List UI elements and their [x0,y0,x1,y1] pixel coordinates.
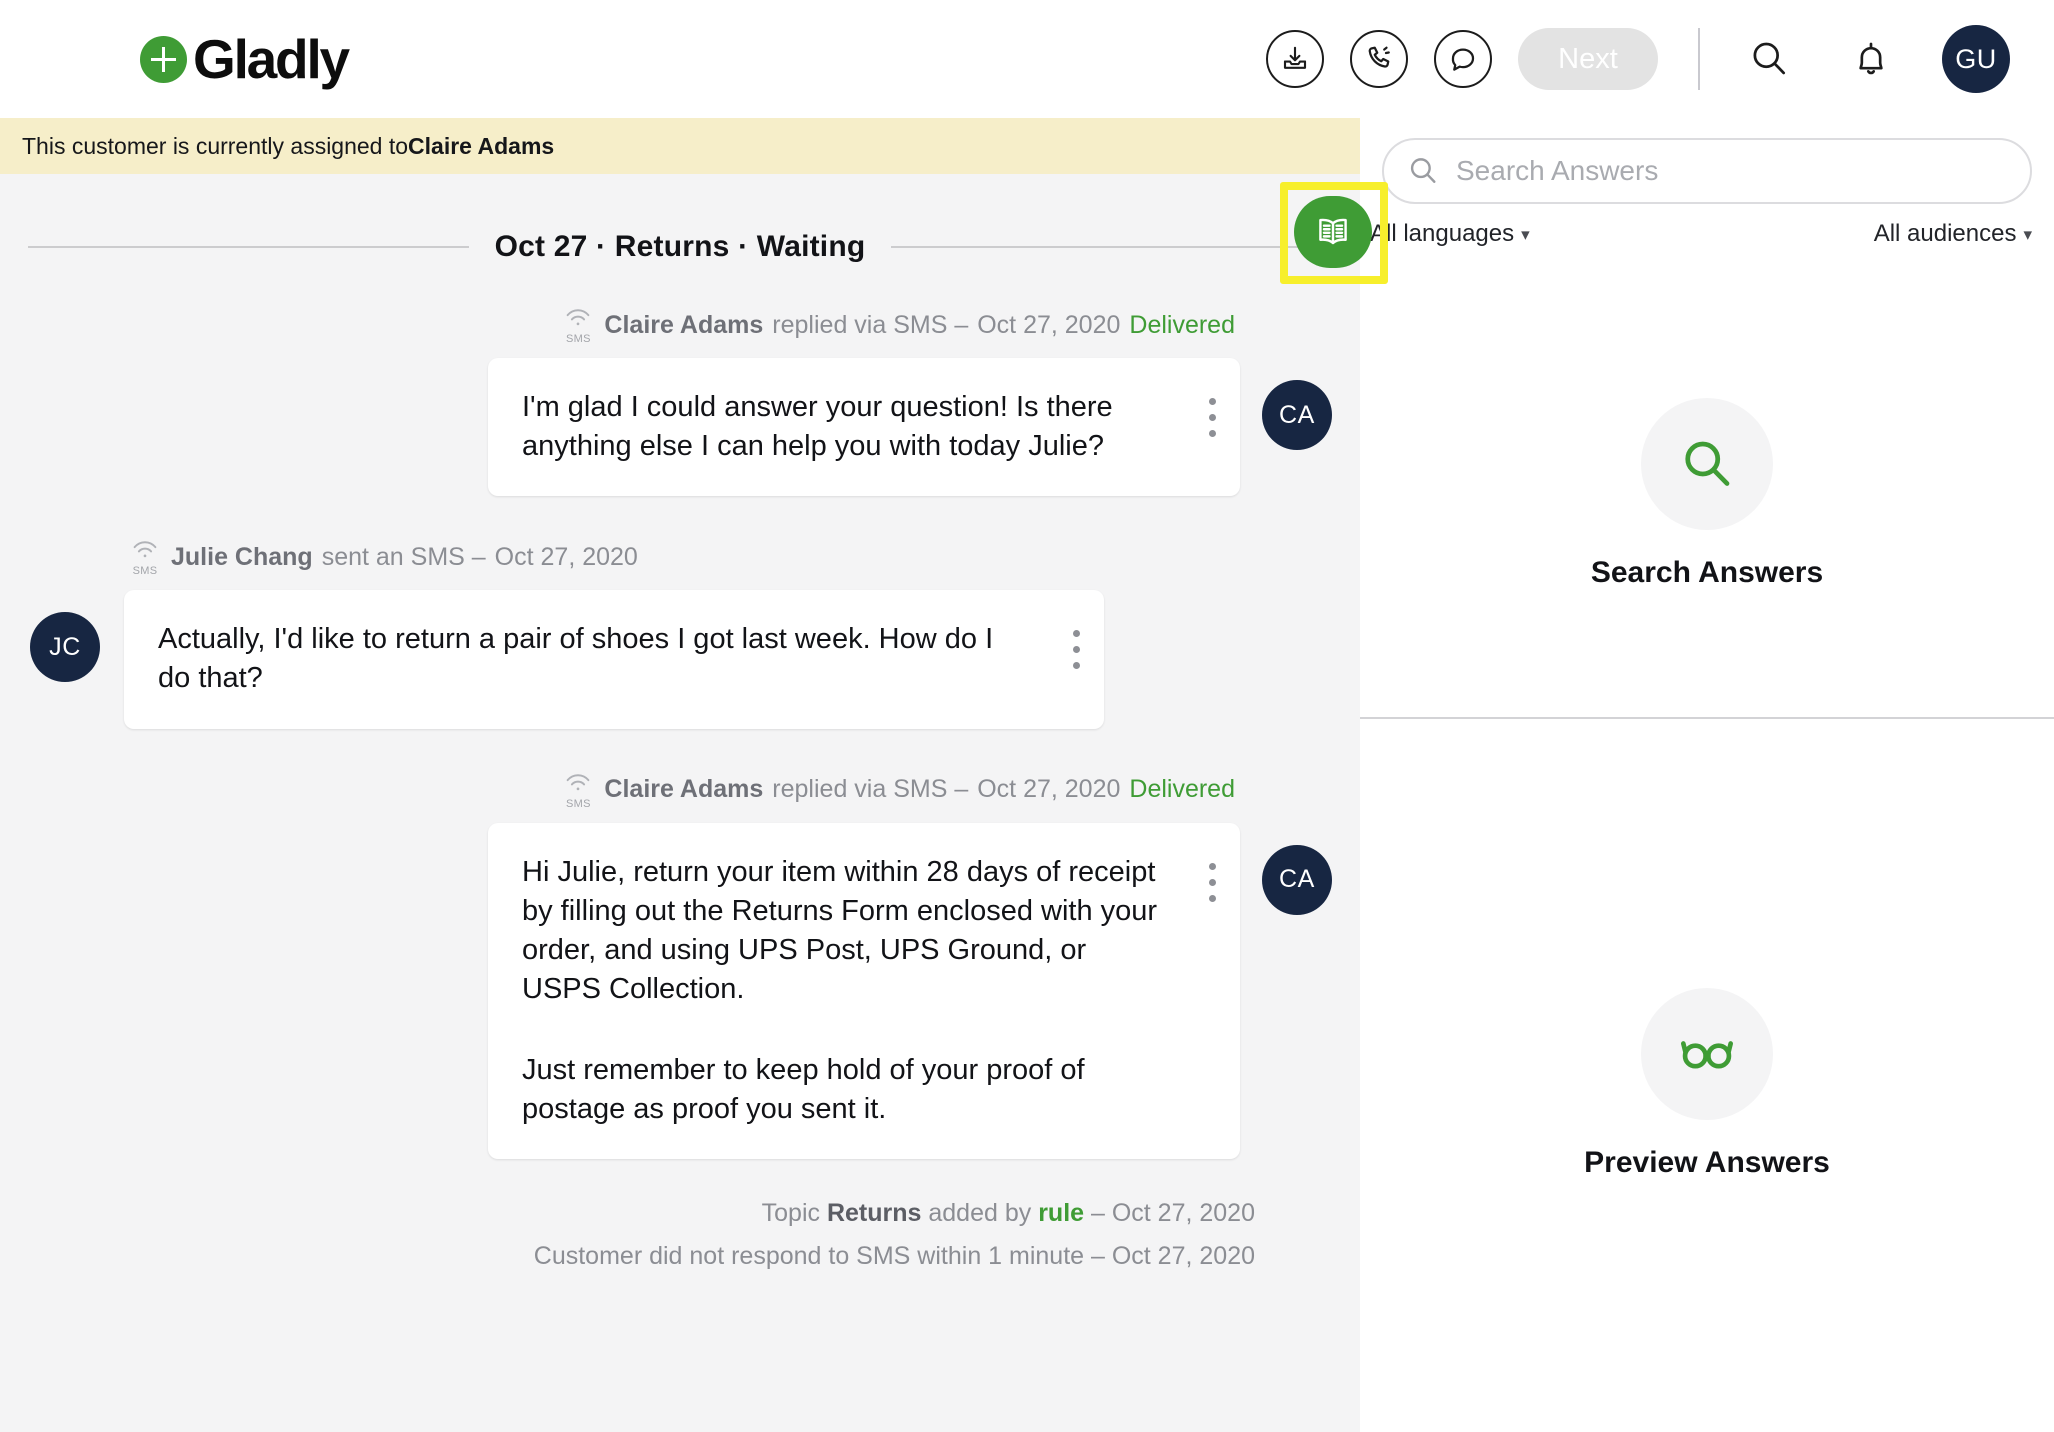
message-date: Oct 27, 2020 [494,542,638,571]
message-meta: SMS Julie Chang sent an SMS – Oct 27, 20… [0,538,1360,578]
system-event-no-response: Customer did not respond to SMS within 1… [533,1242,1255,1271]
message-author: Claire Adams [604,310,764,339]
chat-bubble-button[interactable] [1434,30,1492,88]
message-options-button[interactable] [1209,398,1216,437]
assignment-banner: This customer is currently assigned to C… [0,118,1360,174]
message-row: JC Actually, I'd like to return a pair o… [0,590,1360,729]
search-answers-icon-circle [1641,398,1773,530]
conversation-panel: This customer is currently assigned to C… [0,118,1360,1432]
inbox-download-button[interactable] [1266,30,1324,88]
message-meta: SMS Claire Adams replied via SMS – Oct 2… [0,306,1360,345]
message-status: Delivered [1129,775,1235,804]
message-avatar: CA [1262,844,1332,915]
inbox-download-icon [1283,46,1307,69]
top-bar-actions: Next GU [1266,0,2054,118]
preview-answers-empty-state: Preview Answers [1360,988,2054,1180]
sms-label: SMS [566,333,591,345]
message-row: I'm glad I could answer your question! I… [0,358,1360,497]
answers-search-box[interactable] [1382,138,2032,204]
assignment-banner-agent: Claire Adams [408,132,555,159]
open-book-icon [1319,218,1347,245]
bell-icon [1859,42,1883,75]
gladly-plus-mark-icon [140,35,187,83]
answers-search-wrap [1360,118,2054,204]
system-event-topic: Topic Returns added by rule – Oct 27, 20… [0,1199,1360,1228]
glasses-icon [1680,1041,1734,1069]
answers-book-toggle[interactable] [1294,196,1372,268]
search-answers-label: Search Answers [1590,556,1824,589]
search-icon [1685,441,1730,486]
global-search-button[interactable] [1738,28,1800,90]
next-button[interactable]: Next [1518,28,1658,90]
sms-icon: SMS [128,538,162,578]
message-author: Claire Adams [604,775,764,804]
message-action: replied via SMS – [772,310,969,339]
message-avatar: JC [30,612,100,683]
message-date: Oct 27, 2020 [977,775,1121,804]
sms-label: SMS [132,565,158,578]
audience-filter[interactable]: All audiences ▾ [1874,220,2032,248]
message-date: Oct 27, 2020 [977,310,1121,339]
gladly-logo-text: Gladly [193,27,350,90]
chat-bubble-icon [1451,48,1475,71]
message-bubble[interactable]: Actually, I'd like to return a pair of s… [124,590,1104,729]
assignment-banner-text: This customer is currently assigned to [22,132,409,159]
sms-icon: SMS [561,306,595,345]
message-author: Julie Chang [171,542,313,571]
preview-answers-label: Preview Answers [1584,1146,1830,1179]
answers-panel-divider [1360,717,2054,719]
user-avatar[interactable]: GU [1942,25,2010,93]
search-icon [1410,158,1436,183]
message-action: sent an SMS – [321,542,486,571]
toolbar-divider [1698,28,1700,90]
sms-label: SMS [566,797,591,810]
conversation-title: Oct 27 · Returns · Waiting [494,230,866,263]
search-answers-input[interactable] [1456,155,2008,187]
topic-date: – Oct 27, 2020 [1084,1199,1255,1228]
message-status: Delivered [1129,310,1235,339]
phone-call-button[interactable] [1350,30,1408,88]
search-answers-empty-state: Search Answers [1360,398,2054,590]
message-text: I'm glad I could answer your question! I… [522,391,1113,463]
message-avatar: CA [1262,380,1332,450]
preview-answers-icon-circle [1641,988,1773,1120]
message-options-button[interactable] [1209,862,1216,902]
message-meta: SMS Claire Adams replied via SMS – Oct 2… [0,771,1360,810]
message-bubble[interactable]: Hi Julie, return your item within 28 day… [488,822,1240,1160]
chevron-down-icon: ▾ [1521,224,1530,244]
language-filter[interactable]: All languages ▾ [1370,220,1530,248]
topic-prefix: Topic [761,1199,827,1228]
conversation-header: Oct 27 · Returns · Waiting [0,230,1360,264]
message-text: Actually, I'd like to return a pair of s… [158,623,994,695]
topic-source-link[interactable]: rule [1038,1199,1084,1227]
message-action: replied via SMS – [772,775,969,804]
message-text: Just remember to keep hold of your proof… [522,1054,1085,1126]
message-text: Hi Julie, return your item within 28 day… [522,855,1158,1005]
divider-left [28,246,469,248]
notifications-button[interactable] [1840,28,1902,90]
answers-filter-row: All languages ▾ All audiences ▾ [1360,204,2054,248]
answers-panel: All languages ▾ All audiences ▾ Search A… [1360,118,2054,1432]
topic-name: Returns [826,1199,922,1228]
chevron-down-icon: ▾ [2023,224,2032,244]
topic-middle: added by [921,1199,1039,1228]
sms-icon: SMS [561,771,595,810]
gladly-logo[interactable]: Gladly [140,27,350,90]
language-filter-label: All languages [1370,220,1515,247]
message-options-button[interactable] [1073,630,1080,670]
divider-right [891,246,1332,248]
phone-call-icon [1368,46,1390,68]
audience-filter-label: All audiences [1873,220,2017,247]
message-row: Hi Julie, return your item within 28 day… [0,822,1360,1160]
top-bar: Gladly Next GU [0,0,2054,118]
message-bubble[interactable]: I'm glad I could answer your question! I… [488,358,1240,497]
search-icon [1753,42,1786,75]
